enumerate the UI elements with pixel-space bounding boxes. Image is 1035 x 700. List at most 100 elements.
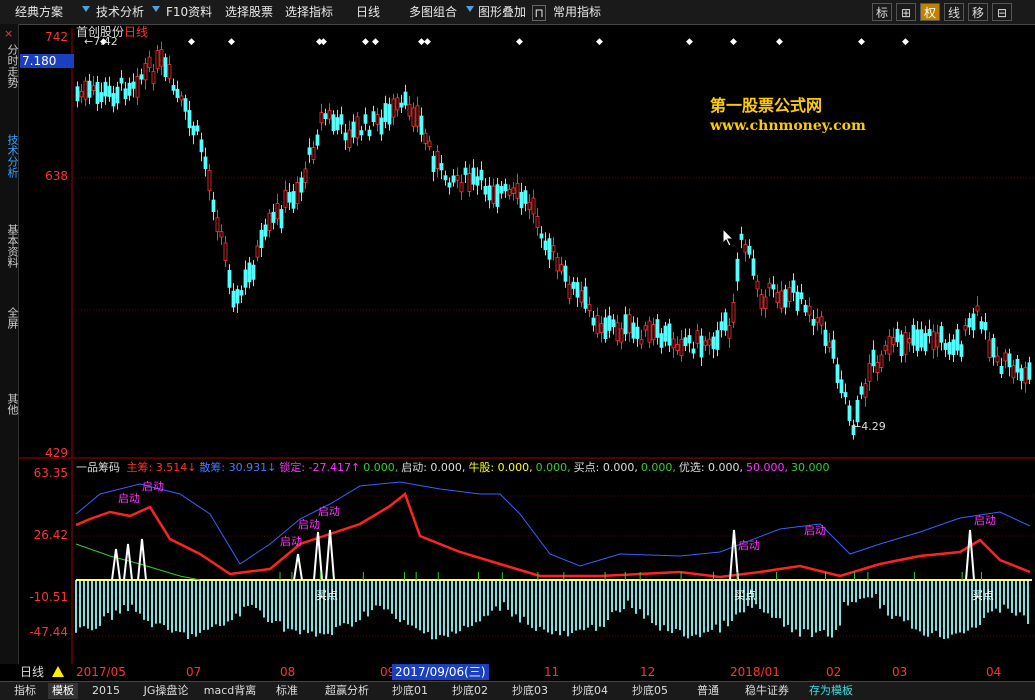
candle-body	[895, 328, 900, 343]
date-axis-label: 08	[280, 665, 296, 679]
collapse-button[interactable]: ⊟	[992, 3, 1012, 21]
menu-daily[interactable]: 日线	[353, 3, 383, 21]
start-signal-spike	[293, 553, 303, 581]
candle-body	[115, 86, 120, 104]
candle-body	[295, 182, 300, 205]
candle-body	[687, 335, 692, 344]
candle-body	[651, 324, 656, 341]
candle-body	[723, 312, 728, 331]
bottom-tab[interactable]: 标准	[262, 683, 312, 699]
indicator-value: 30.000	[791, 461, 830, 474]
bottom-tab[interactable]: 抄底03	[502, 683, 558, 699]
candle-body	[595, 315, 600, 334]
bottom-tab[interactable]: 普通	[682, 683, 734, 699]
close-icon[interactable]: ×	[4, 27, 13, 40]
candle-body	[291, 191, 296, 209]
candle-body	[483, 186, 488, 195]
bottom-tab[interactable]: 抄底02	[442, 683, 498, 699]
start-signal-spike	[325, 529, 335, 581]
candle-body	[871, 349, 876, 367]
triangle-icon[interactable]	[52, 666, 64, 677]
lock-icon[interactable]: ⊓	[532, 5, 546, 21]
grid-button[interactable]: ⊞	[896, 3, 916, 21]
candle-body	[267, 212, 272, 231]
candle-body	[503, 183, 508, 192]
bottom-tab[interactable]: 抄底01	[382, 683, 438, 699]
candle-body	[343, 132, 348, 141]
chart-canvas: ◆ ◆ ◆ ◆◆ ◆ ◆ ◆ ◆ ◆ ◆ ◆ ◆ ◆ ◆ ◆	[18, 28, 1035, 664]
candle-body	[727, 325, 732, 339]
candle-body	[631, 322, 636, 339]
candle-body	[383, 103, 388, 122]
candle-body	[283, 189, 288, 208]
candle-body	[307, 147, 312, 155]
candle-body	[131, 81, 136, 89]
line-button[interactable]: 线	[944, 3, 964, 21]
dropdown-arrow-icon[interactable]	[82, 6, 90, 12]
bottom-tab[interactable]: 稳牛证券	[736, 683, 798, 699]
candle-body	[323, 113, 328, 120]
indicator-axis-label: -47.44	[29, 625, 68, 639]
bottom-tab[interactable]: 抄底04	[562, 683, 618, 699]
candle-body	[1007, 353, 1012, 368]
bottom-tab[interactable]: JG操盘论	[134, 683, 198, 699]
move-button[interactable]: 移	[968, 3, 988, 21]
candle-body	[951, 339, 956, 355]
dropdown-arrow-icon[interactable]	[466, 6, 474, 12]
candle-body	[215, 217, 220, 232]
candle-body	[703, 340, 708, 346]
candle-body	[275, 203, 280, 220]
candle-body	[75, 86, 80, 102]
candle-body	[939, 326, 944, 343]
menu-f10[interactable]: F10资料	[163, 3, 215, 21]
menu-select-stock[interactable]: 选择股票	[222, 3, 276, 21]
bottom-tab[interactable]: 2015	[84, 683, 128, 699]
save-template-button[interactable]: 存为模板	[800, 683, 862, 699]
candle-body	[899, 334, 904, 357]
indicator-value: 主筹: 3.514↓	[126, 461, 197, 474]
dropdown-arrow-icon[interactable]	[152, 6, 160, 12]
bottom-tab[interactable]: 抄底05	[622, 683, 678, 699]
candle-body	[655, 319, 660, 338]
candle-body	[847, 405, 852, 421]
candle-body	[659, 333, 664, 348]
bottom-tab-template[interactable]: 模板	[48, 683, 78, 699]
candle-body	[815, 317, 820, 323]
signal-dot-icon: ◆	[188, 37, 195, 47]
indicator-value: 0.000,	[363, 461, 399, 474]
candle-body	[887, 335, 892, 355]
candle-body	[495, 184, 500, 207]
candle-body	[139, 74, 144, 80]
bottom-tab-indicator[interactable]: 指标	[4, 683, 46, 699]
mark-button[interactable]: 标	[872, 3, 892, 21]
period-label[interactable]: 日线	[20, 664, 44, 680]
candle-body	[491, 185, 496, 204]
bottom-tab[interactable]: macd背离	[200, 683, 260, 699]
candle-body	[335, 117, 340, 131]
menu-multi-chart[interactable]: 多图组合	[406, 3, 460, 21]
candle-body	[931, 331, 936, 350]
menu-select-indicator[interactable]: 选择指标	[282, 3, 336, 21]
candle-body	[975, 305, 980, 312]
candle-body	[479, 169, 484, 181]
candle-body	[695, 330, 700, 344]
candle-body	[875, 362, 880, 373]
candle-body	[279, 209, 284, 229]
candle-body	[755, 280, 760, 290]
date-axis-label: 2018/01	[730, 665, 780, 679]
menu-classic-scheme[interactable]: 经典方案	[12, 3, 66, 21]
candle-body	[271, 211, 276, 223]
indicator-value: 启动: 0.000,	[401, 461, 466, 474]
candle-body	[643, 325, 648, 331]
candle-body	[907, 338, 912, 344]
watermark-url: www.chnmoney.com	[710, 118, 866, 134]
menu-overlay[interactable]: 图形叠加	[475, 3, 529, 21]
candle-body	[803, 304, 808, 313]
signal-dot-icon: ◆	[686, 37, 693, 47]
rights-button[interactable]: 权	[920, 3, 940, 21]
candle-body	[171, 85, 176, 91]
menu-technical-analysis[interactable]: 技术分析	[93, 3, 147, 21]
bottom-tab[interactable]: 超赢分析	[316, 683, 378, 699]
menu-common-indicators[interactable]: 常用指标	[550, 3, 604, 21]
candle-body	[911, 324, 916, 346]
